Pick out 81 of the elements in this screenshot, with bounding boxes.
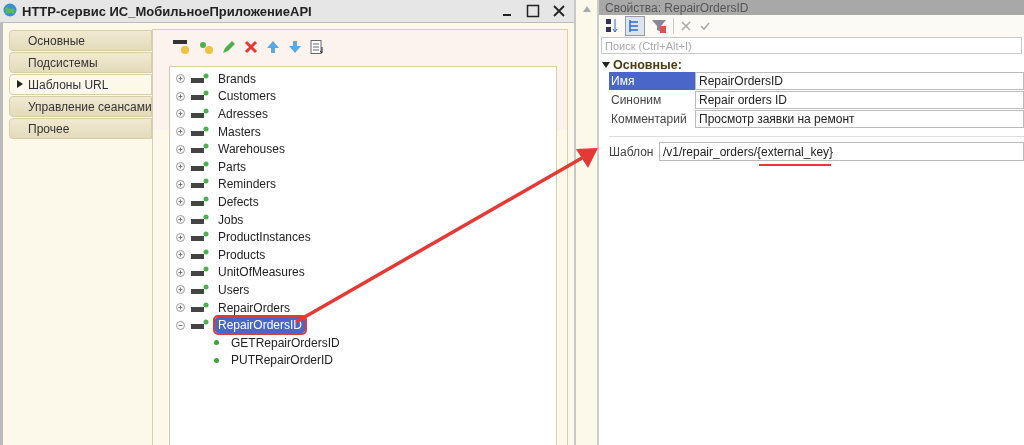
property-label[interactable]: Комментарий — [609, 110, 695, 128]
expand-toggle-icon[interactable] — [176, 91, 185, 101]
property-field[interactable]: Repair orders ID — [695, 91, 1024, 109]
tree-item[interactable]: RepairOrders — [215, 299, 294, 316]
tree-item[interactable]: Users — [215, 281, 253, 298]
tree-view-icon[interactable] — [625, 16, 645, 36]
expand-toggle-icon[interactable] — [176, 74, 185, 84]
web-service-icon — [190, 125, 210, 138]
maximize-icon[interactable] — [526, 4, 540, 18]
web-service-icon — [190, 143, 210, 156]
panel-title: Свойства: RepairOrdersID — [604, 0, 749, 15]
expand-toggle-icon[interactable] — [176, 197, 185, 207]
expand-toggle-icon[interactable] — [176, 127, 185, 137]
tree-item[interactable]: ProductInstances — [215, 229, 314, 246]
list-icon[interactable] — [309, 39, 325, 55]
tab[interactable]: Подсистемы — [9, 52, 152, 73]
globe-icon — [2, 3, 18, 19]
tree-item[interactable]: Reminders — [215, 176, 280, 193]
expand-toggle-icon[interactable] — [176, 285, 185, 295]
tree-item[interactable]: UnitOfMeasures — [215, 264, 308, 281]
add-icon[interactable] — [171, 38, 191, 56]
expand-toggle-icon[interactable] — [176, 179, 185, 189]
template-field[interactable]: /v1/repair_orders/{external_key} — [659, 142, 1024, 161]
property-field[interactable]: RepairOrdersID — [695, 72, 1024, 90]
expand-toggle-icon[interactable] — [176, 144, 185, 154]
property-label[interactable]: Имя — [609, 72, 695, 90]
method-dot-icon — [214, 340, 219, 346]
delete-icon[interactable] — [243, 39, 259, 55]
tree-item[interactable]: Parts — [215, 158, 249, 175]
tree-item[interactable]: Products — [215, 246, 269, 263]
move-down-icon[interactable] — [287, 39, 303, 55]
web-service-icon — [190, 160, 210, 173]
web-service-icon — [190, 248, 210, 261]
web-service-icon — [190, 213, 210, 226]
expand-toggle-icon[interactable] — [176, 109, 185, 119]
sort-icon[interactable] — [604, 17, 620, 35]
property-field[interactable]: Просмотр заявки на ремонт — [695, 110, 1024, 128]
web-service-icon — [190, 108, 210, 120]
tab[interactable]: Основные — [9, 30, 152, 51]
underline-mark — [759, 164, 831, 166]
expand-toggle-icon[interactable] — [176, 215, 185, 225]
tree-item[interactable]: Warehouses — [215, 141, 288, 158]
web-service-icon — [190, 266, 210, 279]
web-service-icon — [190, 231, 210, 244]
property-label: Шаблон — [609, 143, 655, 161]
tree-item[interactable]: PUTRepairOrderID — [228, 352, 337, 369]
tree-item[interactable]: Masters — [215, 123, 264, 140]
filter-icon[interactable] — [650, 17, 668, 35]
web-service-icon — [190, 301, 210, 314]
property-label[interactable]: Синоним — [609, 91, 695, 109]
tree-item[interactable]: Adresses — [215, 106, 272, 122]
move-up-icon[interactable] — [265, 39, 281, 55]
web-service-icon — [190, 283, 210, 296]
scrollbar[interactable] — [576, 0, 598, 445]
expand-toggle-icon[interactable] — [176, 232, 185, 242]
tab[interactable]: Шаблоны URL — [9, 74, 152, 95]
tree-item[interactable]: RepairOrdersID — [215, 317, 306, 334]
expand-toggle-icon[interactable] — [176, 303, 185, 312]
window-title: HTTP-сервис ИС_МобильноеПриложениеAPI — [22, 3, 312, 19]
tab[interactable]: Прочее — [9, 118, 152, 139]
section-heading: Основные: — [613, 58, 682, 72]
search-field[interactable]: Поиск (Ctrl+Alt+I) — [601, 37, 1022, 54]
expand-toggle-icon[interactable] — [176, 267, 185, 277]
web-service-icon — [190, 178, 210, 191]
expand-toggle-icon[interactable] — [176, 250, 185, 260]
tree-item[interactable]: Brands — [215, 70, 260, 87]
close-icon[interactable] — [552, 4, 566, 18]
pencil-icon[interactable] — [221, 39, 237, 55]
tree-item[interactable]: GETRepairOrdersID — [228, 334, 343, 351]
tree-item[interactable]: Customers — [215, 88, 279, 105]
collapse-caret-icon[interactable] — [602, 62, 610, 68]
web-service-icon — [190, 90, 210, 103]
expand-toggle-icon[interactable] — [176, 320, 185, 330]
web-service-icon — [190, 72, 210, 85]
web-service-icon — [190, 195, 210, 208]
expand-toggle-icon[interactable] — [176, 162, 185, 172]
tree-item[interactable]: Defects — [215, 193, 262, 210]
tree-item[interactable]: Jobs — [215, 211, 247, 228]
method-dot-icon — [214, 357, 219, 363]
tab[interactable]: Управление сеансами — [9, 96, 152, 117]
web-service-icon — [190, 319, 210, 332]
